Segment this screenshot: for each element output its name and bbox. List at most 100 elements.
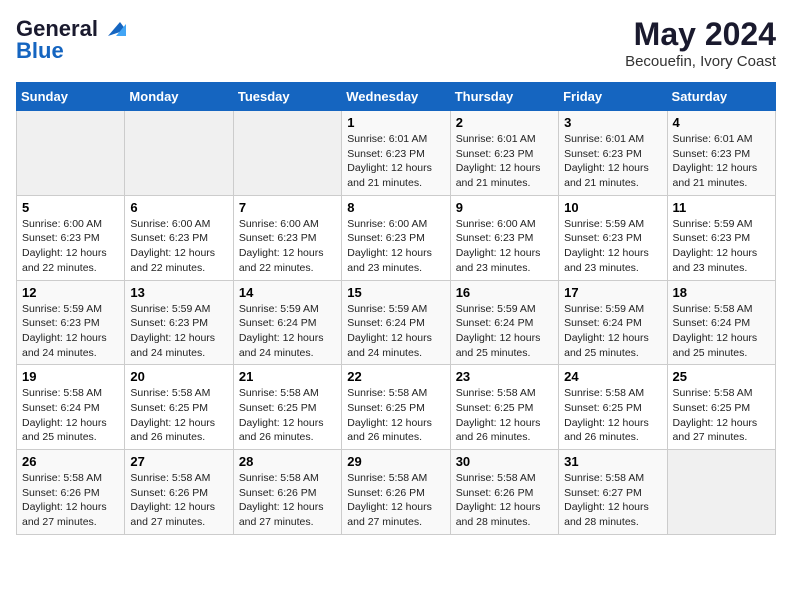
day-number: 18 (673, 285, 770, 300)
day-number: 23 (456, 369, 553, 384)
day-info: Sunrise: 6:01 AM Sunset: 6:23 PM Dayligh… (456, 132, 553, 191)
day-info: Sunrise: 5:58 AM Sunset: 6:25 PM Dayligh… (347, 386, 444, 445)
day-info: Sunrise: 5:58 AM Sunset: 6:26 PM Dayligh… (456, 471, 553, 530)
calendar-cell (125, 111, 233, 196)
day-info: Sunrise: 6:01 AM Sunset: 6:23 PM Dayligh… (673, 132, 770, 191)
day-number: 7 (239, 200, 336, 215)
calendar-cell: 22 Sunrise: 5:58 AM Sunset: 6:25 PM Dayli… (342, 365, 450, 450)
calendar-title: May 2024 (625, 16, 776, 53)
day-number: 26 (22, 454, 119, 469)
day-info: Sunrise: 5:58 AM Sunset: 6:26 PM Dayligh… (130, 471, 227, 530)
calendar-cell (233, 111, 341, 196)
day-info: Sunrise: 5:58 AM Sunset: 6:25 PM Dayligh… (239, 386, 336, 445)
weekday-header-thursday: Thursday (450, 83, 558, 111)
calendar-cell: 10 Sunrise: 5:59 AM Sunset: 6:23 PM Dayli… (559, 195, 667, 280)
weekday-header-tuesday: Tuesday (233, 83, 341, 111)
day-info: Sunrise: 6:00 AM Sunset: 6:23 PM Dayligh… (456, 217, 553, 276)
day-number: 29 (347, 454, 444, 469)
day-info: Sunrise: 5:58 AM Sunset: 6:26 PM Dayligh… (239, 471, 336, 530)
day-info: Sunrise: 5:59 AM Sunset: 6:24 PM Dayligh… (456, 302, 553, 361)
day-number: 5 (22, 200, 119, 215)
calendar-week-2: 5 Sunrise: 6:00 AM Sunset: 6:23 PM Daylig… (17, 195, 776, 280)
calendar-cell: 25 Sunrise: 5:58 AM Sunset: 6:25 PM Dayli… (667, 365, 775, 450)
day-info: Sunrise: 5:58 AM Sunset: 6:25 PM Dayligh… (673, 386, 770, 445)
day-info: Sunrise: 5:58 AM Sunset: 6:27 PM Dayligh… (564, 471, 661, 530)
day-info: Sunrise: 5:59 AM Sunset: 6:23 PM Dayligh… (564, 217, 661, 276)
day-info: Sunrise: 5:58 AM Sunset: 6:25 PM Dayligh… (130, 386, 227, 445)
calendar-cell: 17 Sunrise: 5:59 AM Sunset: 6:24 PM Dayli… (559, 280, 667, 365)
logo-icon (100, 14, 126, 40)
calendar-cell (17, 111, 125, 196)
day-info: Sunrise: 5:58 AM Sunset: 6:25 PM Dayligh… (456, 386, 553, 445)
calendar-cell: 24Sunrise: 5:58 AM Sunset: 6:25 PM Dayli… (559, 365, 667, 450)
weekday-header-monday: Monday (125, 83, 233, 111)
day-number: 22 (347, 369, 444, 384)
calendar-cell: 12 Sunrise: 5:59 AM Sunset: 6:23 PM Dayli… (17, 280, 125, 365)
calendar-cell: 26 Sunrise: 5:58 AM Sunset: 6:26 PM Dayli… (17, 450, 125, 535)
calendar-cell: 4 Sunrise: 6:01 AM Sunset: 6:23 PM Daylig… (667, 111, 775, 196)
title-block: May 2024 Becouefin, Ivory Coast (625, 16, 776, 70)
calendar-cell: 1Sunrise: 6:01 AM Sunset: 6:23 PM Daylig… (342, 111, 450, 196)
day-info: Sunrise: 6:00 AM Sunset: 6:23 PM Dayligh… (347, 217, 444, 276)
day-info: Sunrise: 6:00 AM Sunset: 6:23 PM Dayligh… (239, 217, 336, 276)
day-number: 11 (673, 200, 770, 215)
day-info: Sunrise: 6:01 AM Sunset: 6:23 PM Dayligh… (347, 132, 444, 191)
calendar-table: SundayMondayTuesdayWednesdayThursdayFrid… (16, 82, 776, 535)
calendar-cell: 2 Sunrise: 6:01 AM Sunset: 6:23 PM Daylig… (450, 111, 558, 196)
weekday-header-row: SundayMondayTuesdayWednesdayThursdayFrid… (17, 83, 776, 111)
day-info: Sunrise: 5:58 AM Sunset: 6:26 PM Dayligh… (22, 471, 119, 530)
calendar-cell: 18 Sunrise: 5:58 AM Sunset: 6:24 PM Dayli… (667, 280, 775, 365)
calendar-cell: 31Sunrise: 5:58 AM Sunset: 6:27 PM Dayli… (559, 450, 667, 535)
day-info: Sunrise: 5:58 AM Sunset: 6:24 PM Dayligh… (22, 386, 119, 445)
calendar-cell (667, 450, 775, 535)
day-number: 17 (564, 285, 661, 300)
calendar-cell: 15 Sunrise: 5:59 AM Sunset: 6:24 PM Dayli… (342, 280, 450, 365)
day-info: Sunrise: 5:58 AM Sunset: 6:24 PM Dayligh… (673, 302, 770, 361)
calendar-cell: 19Sunrise: 5:58 AM Sunset: 6:24 PM Dayli… (17, 365, 125, 450)
weekday-header-sunday: Sunday (17, 83, 125, 111)
day-number: 21 (239, 369, 336, 384)
day-number: 14 (239, 285, 336, 300)
day-number: 25 (673, 369, 770, 384)
calendar-cell: 27 Sunrise: 5:58 AM Sunset: 6:26 PM Dayli… (125, 450, 233, 535)
calendar-cell: 7 Sunrise: 6:00 AM Sunset: 6:23 PM Daylig… (233, 195, 341, 280)
day-info: Sunrise: 5:59 AM Sunset: 6:24 PM Dayligh… (564, 302, 661, 361)
day-info: Sunrise: 6:00 AM Sunset: 6:23 PM Dayligh… (130, 217, 227, 276)
day-number: 9 (456, 200, 553, 215)
calendar-week-1: 1Sunrise: 6:01 AM Sunset: 6:23 PM Daylig… (17, 111, 776, 196)
day-number: 20 (130, 369, 227, 384)
calendar-cell: 16Sunrise: 5:59 AM Sunset: 6:24 PM Dayli… (450, 280, 558, 365)
day-info: Sunrise: 5:59 AM Sunset: 6:24 PM Dayligh… (347, 302, 444, 361)
day-number: 30 (456, 454, 553, 469)
day-number: 27 (130, 454, 227, 469)
day-number: 4 (673, 115, 770, 130)
weekday-header-wednesday: Wednesday (342, 83, 450, 111)
day-info: Sunrise: 5:58 AM Sunset: 6:26 PM Dayligh… (347, 471, 444, 530)
calendar-cell: 14 Sunrise: 5:59 AM Sunset: 6:24 PM Dayli… (233, 280, 341, 365)
day-info: Sunrise: 5:59 AM Sunset: 6:24 PM Dayligh… (239, 302, 336, 361)
day-info: Sunrise: 6:01 AM Sunset: 6:23 PM Dayligh… (564, 132, 661, 191)
calendar-week-4: 19Sunrise: 5:58 AM Sunset: 6:24 PM Dayli… (17, 365, 776, 450)
calendar-cell: 13 Sunrise: 5:59 AM Sunset: 6:23 PM Dayli… (125, 280, 233, 365)
day-number: 10 (564, 200, 661, 215)
day-number: 2 (456, 115, 553, 130)
calendar-cell: 8 Sunrise: 6:00 AM Sunset: 6:23 PM Daylig… (342, 195, 450, 280)
logo: General Blue (16, 16, 126, 64)
day-info: Sunrise: 6:00 AM Sunset: 6:23 PM Dayligh… (22, 217, 119, 276)
calendar-cell: 29 Sunrise: 5:58 AM Sunset: 6:26 PM Dayli… (342, 450, 450, 535)
calendar-cell: 5 Sunrise: 6:00 AM Sunset: 6:23 PM Daylig… (17, 195, 125, 280)
day-info: Sunrise: 5:59 AM Sunset: 6:23 PM Dayligh… (22, 302, 119, 361)
day-number: 15 (347, 285, 444, 300)
day-number: 24 (564, 369, 661, 384)
calendar-cell: 9 Sunrise: 6:00 AM Sunset: 6:23 PM Daylig… (450, 195, 558, 280)
day-number: 12 (22, 285, 119, 300)
day-info: Sunrise: 5:59 AM Sunset: 6:23 PM Dayligh… (130, 302, 227, 361)
day-number: 13 (130, 285, 227, 300)
calendar-cell: 21 Sunrise: 5:58 AM Sunset: 6:25 PM Dayli… (233, 365, 341, 450)
weekday-header-friday: Friday (559, 83, 667, 111)
day-number: 3 (564, 115, 661, 130)
weekday-header-saturday: Saturday (667, 83, 775, 111)
calendar-cell: 3 Sunrise: 6:01 AM Sunset: 6:23 PM Daylig… (559, 111, 667, 196)
day-number: 8 (347, 200, 444, 215)
calendar-cell: 23 Sunrise: 5:58 AM Sunset: 6:25 PM Dayli… (450, 365, 558, 450)
